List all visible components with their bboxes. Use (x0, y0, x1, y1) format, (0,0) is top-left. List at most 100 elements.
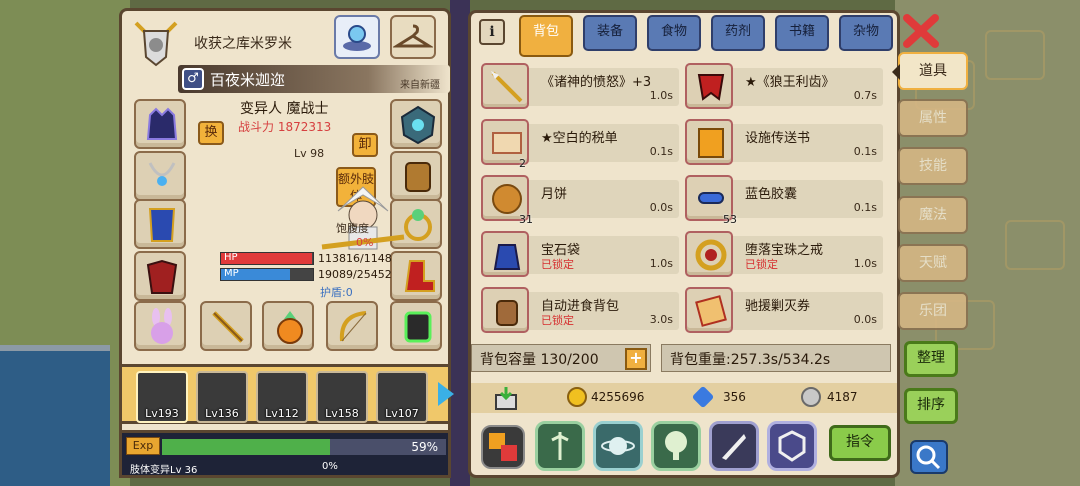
tab-equipment[interactable]: 装备 (583, 15, 637, 51)
expand-capacity-button[interactable]: + (625, 348, 647, 370)
team-row: Lv193 Lv136 Lv112 Lv158 Lv107 (119, 364, 451, 424)
deposit-icon[interactable] (493, 385, 519, 411)
list-item[interactable]: 自动进食背包 已锁定 3.0s (481, 287, 681, 339)
skill-bamboo-button[interactable] (535, 421, 585, 471)
team-next-arrow-icon[interactable] (438, 382, 454, 406)
tab-books[interactable]: 书籍 (775, 15, 829, 51)
item-count: 31 (519, 213, 533, 226)
list-item[interactable]: 2 ★空白的税单 0.1s (481, 119, 681, 171)
team-member-4[interactable]: Lv158 (316, 371, 368, 423)
diamond-icon (691, 385, 715, 409)
planet-icon (601, 437, 635, 455)
item-locked-label: 已锁定 (745, 258, 778, 271)
list-item[interactable]: ★《狼王利齿》 0.7s (685, 63, 885, 115)
list-item[interactable]: 31 月饼 0.0s (481, 175, 681, 227)
selected-arrow-icon (892, 64, 900, 80)
skill-blade-button[interactable] (709, 421, 759, 471)
transmog-button[interactable] (334, 15, 380, 59)
exp-bar (162, 439, 446, 455)
skill-tree-button[interactable] (651, 421, 701, 471)
item-time: 0.1s (853, 145, 877, 158)
list-item[interactable]: 宝石袋 已锁定 1.0s (481, 231, 681, 283)
slot-pet[interactable] (134, 301, 186, 351)
item-time: 3.0s (649, 313, 673, 326)
item-time: 0.1s (649, 145, 673, 158)
silver-amount: 4187 (827, 390, 858, 404)
golden-bow-icon (339, 311, 367, 342)
race-class-label: 变异人 魔战士 (240, 101, 329, 117)
background-water (0, 345, 110, 486)
scroll-ticket-icon (695, 295, 727, 327)
tax-form-icon (492, 132, 522, 154)
slot-armor[interactable] (134, 199, 186, 249)
list-item[interactable]: 堕落宝珠之戒 已锁定 1.0s (685, 231, 885, 283)
slot-helmet[interactable] (134, 99, 186, 149)
team-member-level: Lv107 (385, 407, 419, 420)
slot-shield[interactable] (390, 99, 442, 149)
side-tab-items[interactable]: 道具 (892, 52, 968, 90)
dice-button[interactable] (481, 425, 525, 469)
wolf-fang-icon (697, 74, 725, 101)
satiety-value: 0% (356, 236, 374, 249)
item-name: ★空白的税单 (541, 131, 618, 146)
team-member-5[interactable]: Lv107 (376, 371, 428, 423)
green-device-icon (404, 311, 432, 343)
tab-backpack[interactable]: 背包 (519, 15, 573, 57)
exp-badge: Exp (126, 437, 160, 455)
mp-label: MP (224, 268, 239, 279)
slot-device[interactable] (390, 301, 442, 351)
sort-button[interactable]: 排序 (904, 388, 958, 424)
side-tab-talent[interactable]: 天赋 (898, 244, 968, 282)
slot-orb[interactable] (262, 301, 314, 351)
skill-shield-button[interactable] (767, 421, 817, 471)
close-icon[interactable] (901, 12, 941, 50)
list-item[interactable]: 53 蓝色胶囊 0.1s (685, 175, 885, 227)
command-button[interactable]: 指令 (829, 425, 891, 461)
skill-planet-button[interactable] (593, 421, 643, 471)
staff-icon (212, 311, 244, 343)
search-button[interactable] (910, 440, 948, 474)
item-count: 53 (723, 213, 737, 226)
backpack-capacity: 背包容量 130/200 (471, 344, 651, 372)
exp-percent: 59% (411, 440, 438, 454)
swap-button[interactable]: 换 (198, 121, 224, 145)
side-tab-band[interactable]: 乐团 (898, 292, 968, 330)
team-member-3[interactable]: Lv112 (256, 371, 308, 423)
item-name: 月饼 (541, 187, 568, 202)
tab-misc[interactable]: 杂物 (839, 15, 893, 51)
blue-armor-icon (148, 208, 176, 242)
tab-potion[interactable]: 药剂 (711, 15, 765, 51)
list-item[interactable]: 《诸神的愤怒》+3 1.0s (481, 63, 681, 115)
list-item[interactable]: 驰援剿灭券 0.0s (685, 287, 885, 339)
wardrobe-button[interactable] (390, 15, 436, 59)
team-member-1[interactable]: Lv193 (136, 371, 188, 423)
background-gap (450, 0, 470, 486)
organize-button[interactable]: 整理 (904, 341, 958, 377)
side-tab-attributes[interactable]: 属性 (898, 99, 968, 137)
side-tab-magic[interactable]: 魔法 (898, 196, 968, 234)
character-name: 百夜米迦迩 (210, 71, 286, 89)
team-member-2[interactable]: Lv136 (196, 371, 248, 423)
unequip-button[interactable]: 卸 (352, 133, 378, 157)
slot-necklace[interactable] (134, 151, 186, 201)
slot-weapon-staff[interactable] (200, 301, 252, 351)
orb-ring-icon (695, 239, 727, 271)
character-level: Lv 98 (294, 147, 325, 160)
gold-coin-icon (567, 387, 587, 407)
blade-icon (722, 434, 746, 460)
team-member-level: Lv136 (205, 407, 239, 420)
blue-capsule-icon (698, 192, 724, 204)
item-name: 《诸神的愤怒》+3 (541, 75, 652, 90)
info-button[interactable]: i (479, 19, 505, 45)
slot-bow[interactable] (326, 301, 378, 351)
combat-power: 战斗力 1872313 (238, 120, 332, 134)
slot-cloak[interactable] (134, 251, 186, 301)
list-item[interactable]: 设施传送书 0.1s (685, 119, 885, 171)
side-tab-skills[interactable]: 技能 (898, 147, 968, 185)
bunny-pet-icon (151, 308, 173, 344)
gem-shield-icon (400, 105, 436, 145)
item-name: 驰援剿灭券 (745, 299, 811, 314)
item-name: 设施传送书 (745, 131, 811, 146)
tab-food[interactable]: 食物 (647, 15, 701, 51)
crystal-pedestal-icon (343, 25, 371, 51)
